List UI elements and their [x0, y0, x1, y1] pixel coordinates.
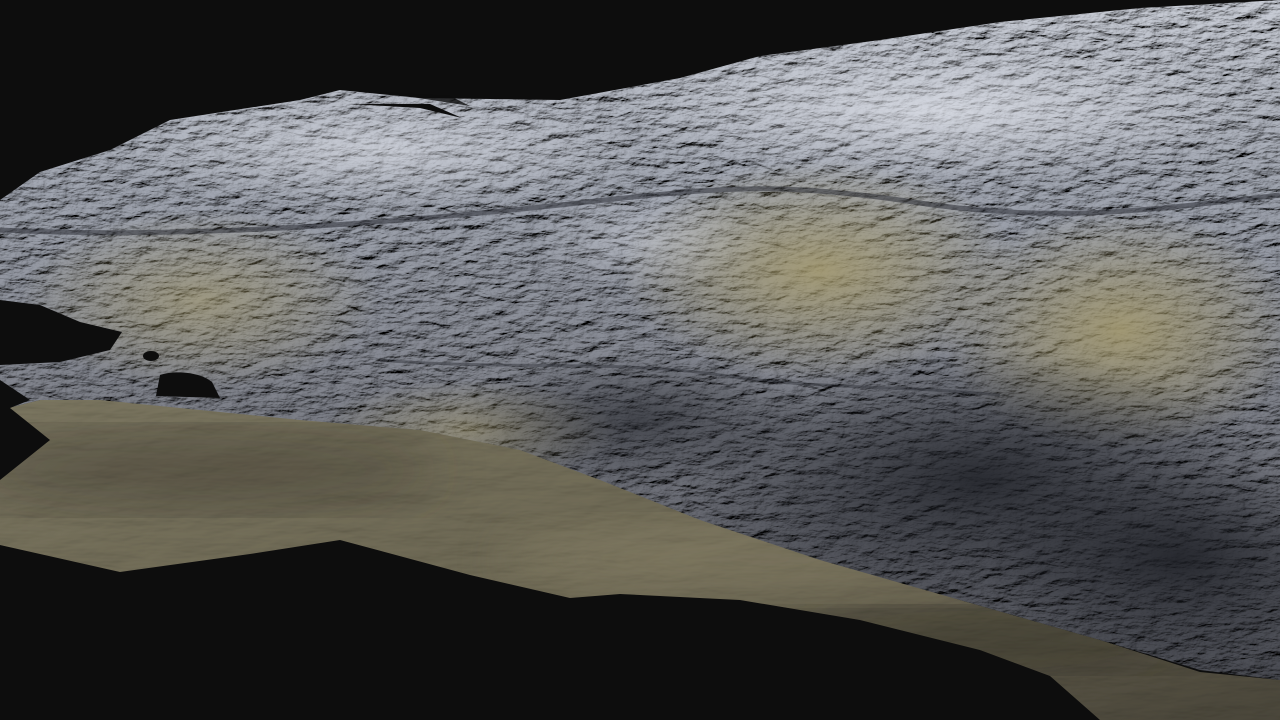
mesh-hole-2 — [143, 351, 159, 361]
3d-model-viewport[interactable] — [0, 0, 1280, 720]
cave-rock-mesh[interactable] — [0, 0, 1280, 720]
